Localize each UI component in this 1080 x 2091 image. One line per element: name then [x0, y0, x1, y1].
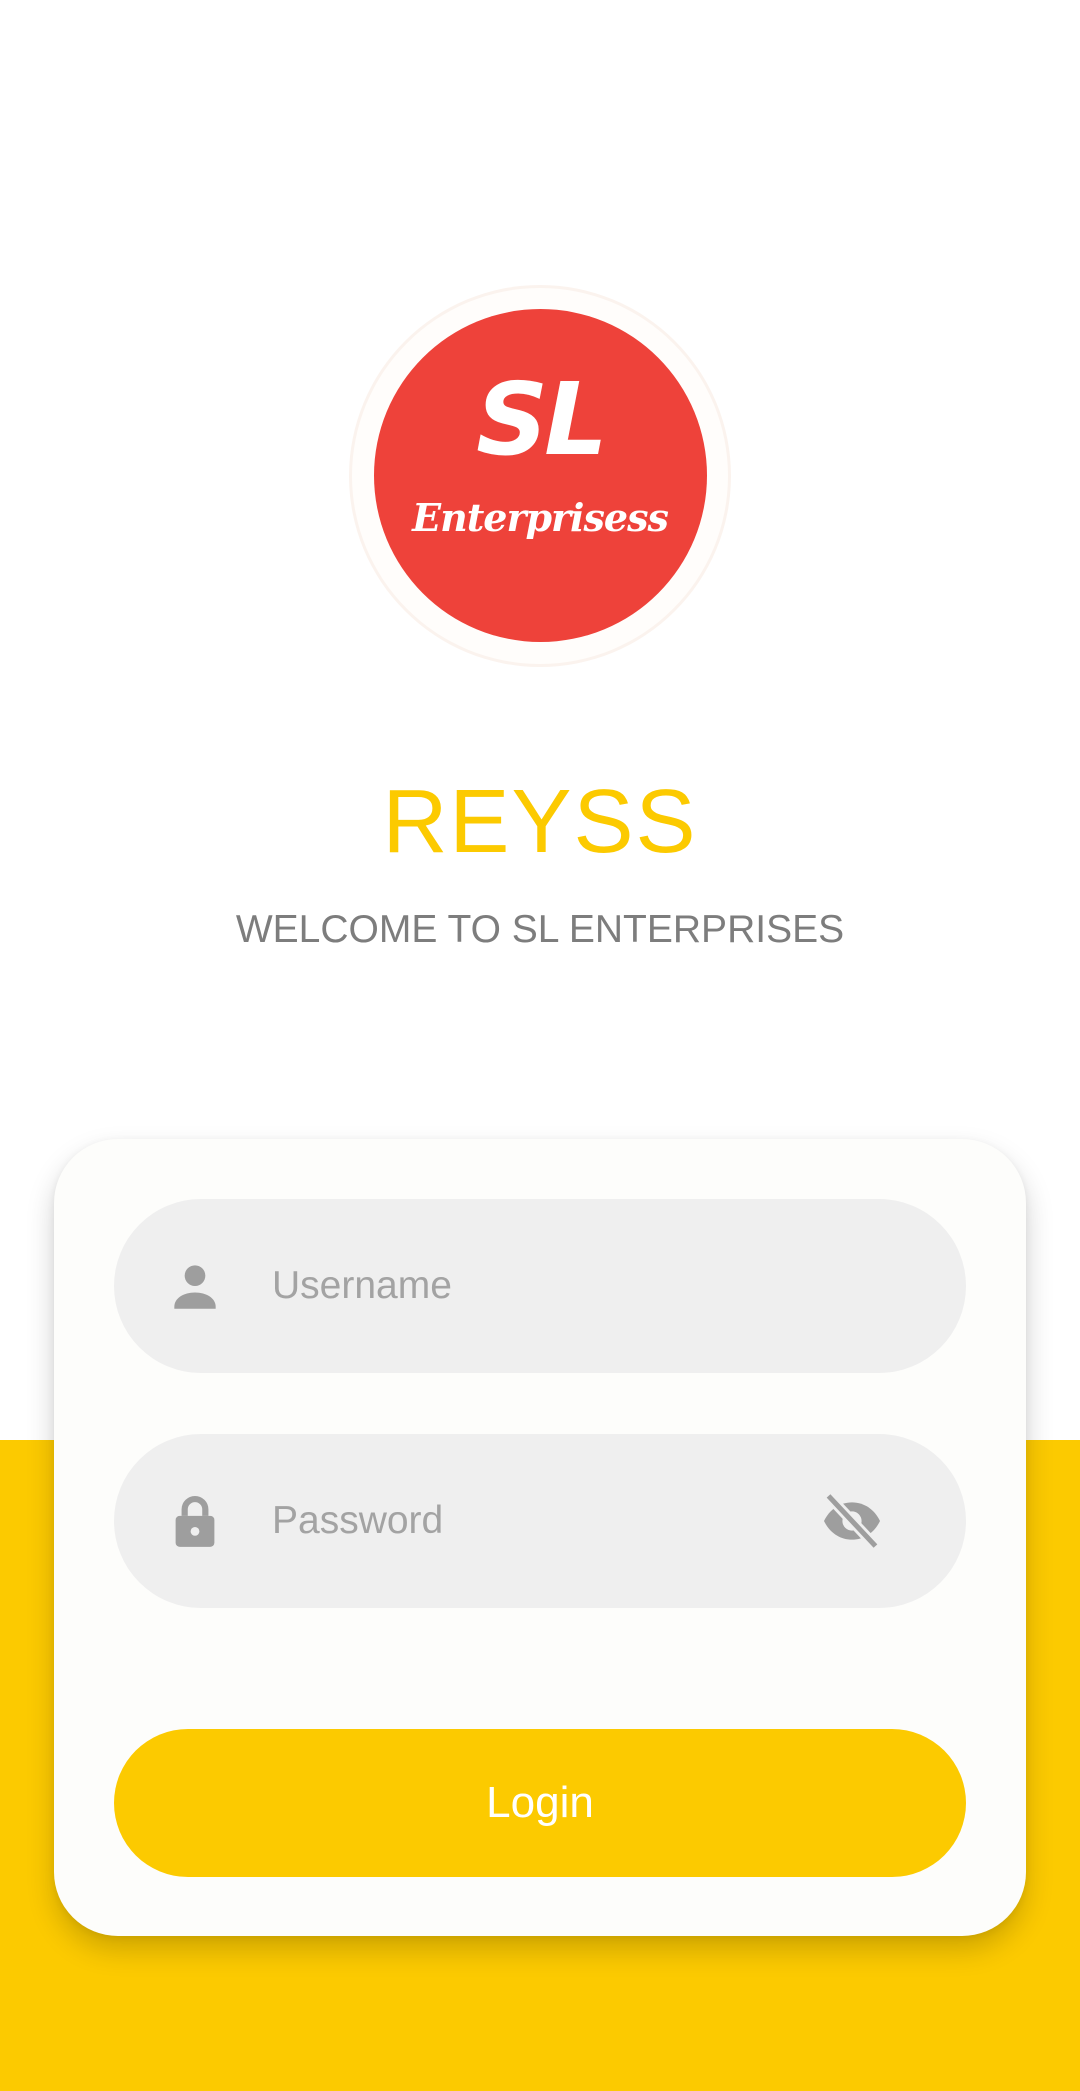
login-button[interactable]: Login: [114, 1729, 966, 1877]
welcome-subtitle: WELCOME TO SL ENTERPRISES: [235, 908, 845, 951]
lock-icon: [175, 1496, 215, 1547]
eye-off-icon[interactable]: [819, 1489, 885, 1553]
person-icon: [174, 1265, 216, 1309]
app-title: REYSS: [382, 772, 698, 872]
logo-wordmark: Enterprisess: [411, 495, 668, 540]
username-field[interactable]: [114, 1199, 966, 1373]
password-field[interactable]: [114, 1434, 966, 1608]
username-input[interactable]: [272, 1199, 832, 1373]
password-input[interactable]: [272, 1434, 832, 1608]
logo-monogram: SL: [476, 361, 604, 478]
login-card: Login: [54, 1139, 1026, 1936]
brand-logo: SL Enterprisess: [411, 361, 669, 540]
